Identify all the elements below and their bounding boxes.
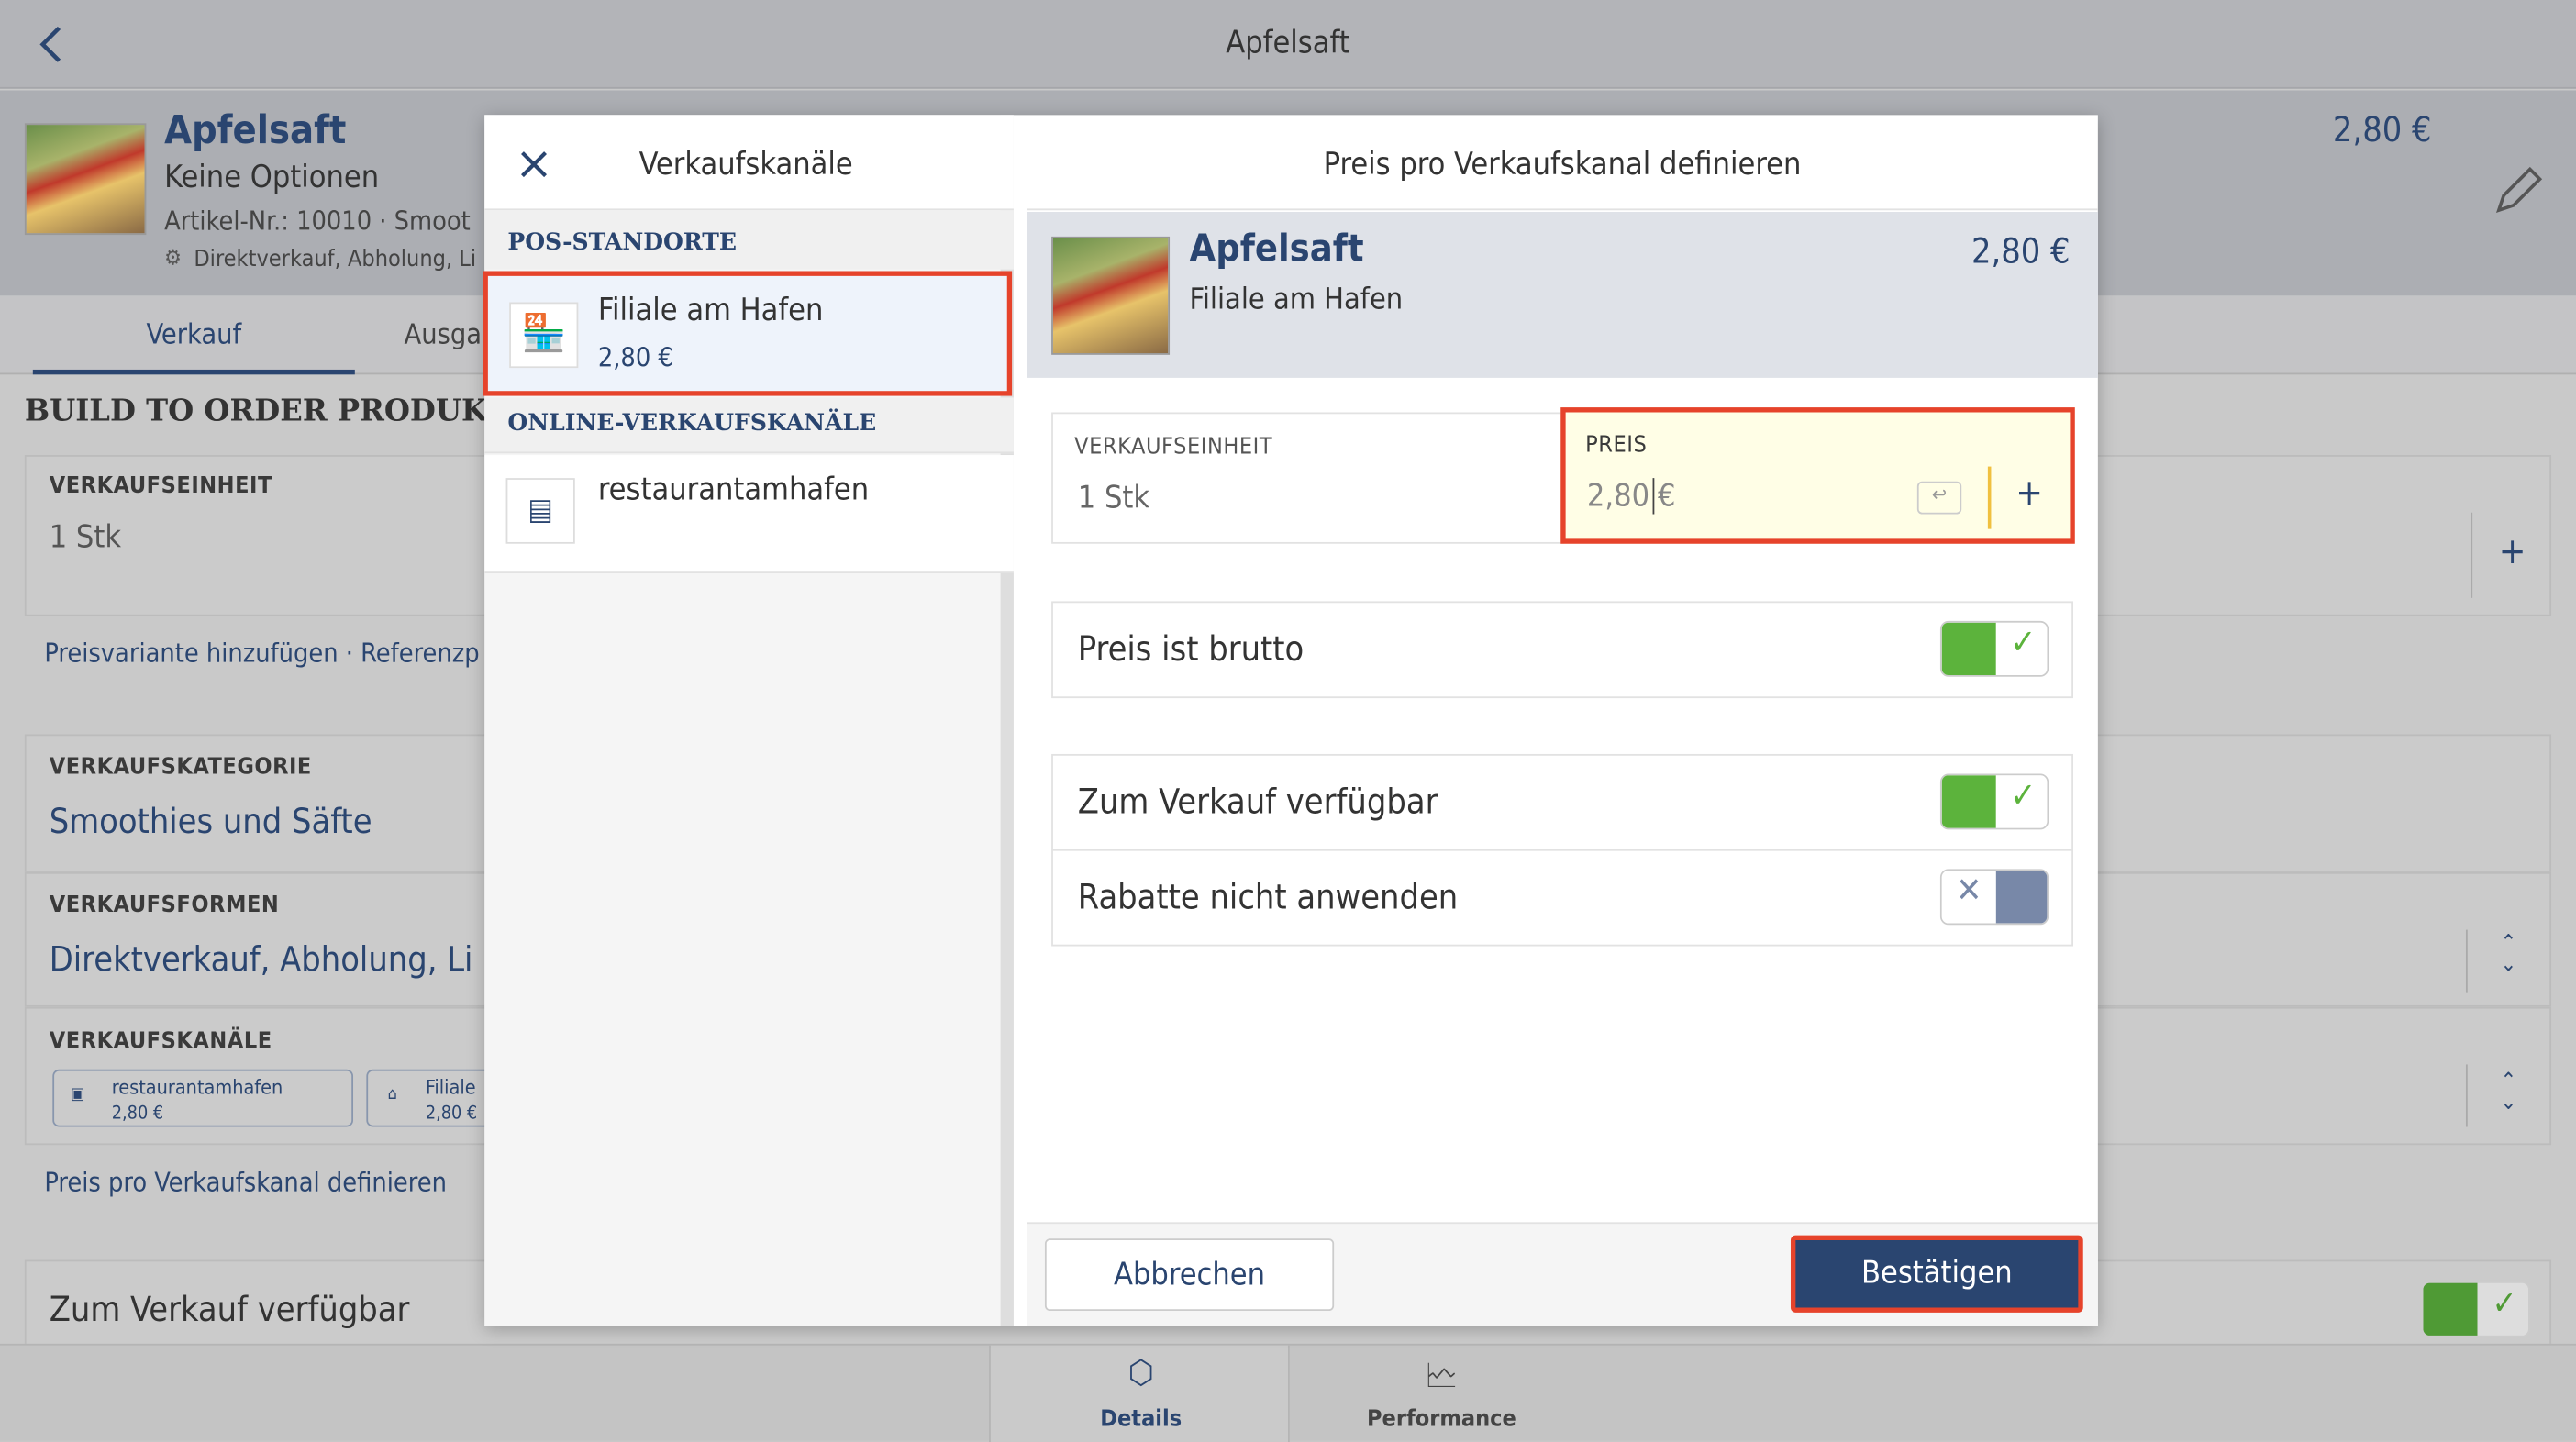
nav-label: Details [1100, 1405, 1183, 1433]
confirm-button[interactable]: Bestätigen [1790, 1235, 2083, 1313]
price-field[interactable]: PREIS 2,80 € ↩ + [1560, 407, 2075, 544]
left-header: Verkaufskanäle [484, 115, 1014, 211]
gear-dollar-icon: ⚙ [164, 246, 182, 272]
store-location-icon: ⌂ [387, 1085, 397, 1104]
channel-chip[interactable]: ▣ restaurantamhafen 2,80 € [52, 1069, 354, 1127]
available-toggle[interactable]: ✓ [2421, 1281, 2530, 1337]
divider [2465, 1064, 2468, 1127]
price-per-channel-dialog: Verkaufskanäle POS-STANDORTE 🏪 Filiale a… [483, 115, 2098, 1326]
check-icon: ✓ [1995, 775, 2048, 828]
price-input[interactable]: 2,80 € [1586, 478, 1676, 515]
add-plus-icon[interactable]: + [2015, 473, 2043, 515]
divider [2471, 512, 2473, 598]
toggle-label: Preis ist brutto [1077, 628, 1305, 669]
right-title: Preis pro Verkaufskanal definieren [1027, 115, 2098, 211]
channel-item-restaurantamhafen[interactable]: ▤ restaurantamhafen [484, 455, 1014, 573]
toggle-label: Zum Verkauf verfügbar [1077, 782, 1438, 822]
tab-verkauf[interactable]: Verkauf [32, 295, 355, 375]
page-title: Apfelsaft [1226, 24, 1350, 61]
product-name: Apfelsaft [164, 106, 347, 153]
return-key-icon[interactable]: ↩ [1916, 481, 1962, 515]
forms-summary: Direktverkauf, Abholung, Li [194, 246, 477, 273]
chart-document-icon: 🗠 [1425, 1355, 1459, 1395]
box-icon: ⬡ [1127, 1351, 1154, 1392]
toggle-row-available: Zum Verkauf verfügbar ✓ [1051, 753, 2073, 851]
product-name: Apfelsaft [1189, 227, 1364, 272]
bottom-nav: ⬡ Details 🗠 Performance [0, 1343, 2576, 1442]
x-icon: ✕ [1941, 871, 1996, 924]
define-price-link[interactable]: Preis pro Verkaufskanal definieren [44, 1166, 447, 1197]
edit-pencil-icon[interactable] [2491, 164, 2547, 220]
toggle-row-brutto: Preis ist brutto ✓ [1051, 601, 2073, 699]
screen: Apfelsaft Apfelsaft Keine Optionen Artik… [0, 0, 2576, 1442]
unit-value[interactable]: 1 Stk [50, 519, 121, 555]
top-bar: Apfelsaft [0, 0, 2576, 89]
check-icon: ✓ [2477, 1282, 2529, 1336]
available-toggle[interactable]: ✓ [1939, 773, 2049, 830]
divider [1987, 466, 1991, 529]
cancel-button[interactable]: Abbrechen [1044, 1238, 1335, 1312]
channel-name: Filiale am Hafen [1189, 283, 1404, 317]
channel-name: Filiale am Hafen [597, 292, 824, 329]
online-header: ONLINE-VERKAUFSKANÄLE [484, 397, 1014, 454]
tab-ausgabe[interactable]: Ausga [405, 295, 483, 374]
close-icon[interactable] [517, 148, 550, 181]
nav-label: Performance [1367, 1405, 1516, 1433]
dialog-footer: Abbrechen Bestätigen [1027, 1222, 2098, 1326]
left-title: Verkaufskanäle [638, 146, 853, 183]
product-options: Keine Optionen [164, 159, 380, 196]
toggle-label: Rabatte nicht anwenden [1077, 877, 1459, 917]
divider [2465, 929, 2468, 993]
shop-cart-icon: ▣ [71, 1085, 85, 1104]
nav-performance[interactable]: 🗠 Performance [1292, 1346, 1593, 1442]
selected-product-card: Apfelsaft Filiale am Hafen 2,80 € [1027, 212, 2098, 378]
product-price: 2,80 € [1971, 231, 2071, 272]
check-icon: ✓ [1995, 622, 2048, 676]
channels-label: VERKAUFSKANÄLE [49, 1028, 272, 1055]
pos-header: POS-STANDORTE [484, 210, 1014, 270]
currency: € [1658, 478, 1676, 515]
unit-label: VERKAUFSEINHEIT [1074, 433, 1273, 460]
chip-name: Filiale [425, 1075, 476, 1100]
expand-chevrons-icon[interactable]: ⌃ ⌄ [2501, 1071, 2517, 1115]
add-plus-icon[interactable]: + [2499, 532, 2526, 573]
nav-details[interactable]: ⬡ Details [989, 1345, 1290, 1442]
article-number: Artikel-Nr.: 10010 · Smoot [164, 205, 471, 237]
channel-list-panel: Verkaufskanäle POS-STANDORTE 🏪 Filiale a… [483, 115, 1014, 1326]
chip-name: restaurantamhafen [111, 1075, 283, 1100]
product-price: 2,80 € [2332, 109, 2432, 150]
product-image [24, 123, 147, 236]
price-label: PREIS [1585, 431, 1648, 459]
expand-chevrons-icon[interactable]: ⌃ ⌄ [2501, 933, 2517, 976]
forms-label: VERKAUFSFORMEN [49, 892, 280, 919]
available-label: Zum Verkauf verfügbar [49, 1289, 410, 1329]
price-value: 2,80 [1586, 478, 1650, 515]
forms-value[interactable]: Direktverkauf, Abholung, Li [50, 939, 473, 979]
channel-item-filiale-am-hafen[interactable]: 🏪 Filiale am Hafen 2,80 € [483, 271, 1013, 396]
brutto-toggle[interactable]: ✓ [1939, 620, 2049, 677]
unit-label: VERKAUFSEINHEIT [49, 472, 272, 500]
store-location-icon: 🏪 [509, 302, 579, 369]
variant-links[interactable]: Preisvariante hinzufügen · Referenzp [44, 638, 479, 669]
toggle-row-discounts: Rabatte nicht anwenden ✕ [1051, 849, 2073, 947]
category-label: VERKAUFSKATEGORIE [49, 753, 312, 781]
product-image [1051, 236, 1171, 355]
section-title: BUILD TO ORDER PRODUKT [24, 394, 510, 429]
webshop-icon: ▤ [505, 478, 575, 544]
discounts-toggle[interactable]: ✕ [1939, 869, 2049, 926]
chip-price: 2,80 € [425, 1102, 478, 1124]
unit-value: 1 Stk [1077, 479, 1150, 516]
category-value[interactable]: Smoothies und Säfte [50, 802, 372, 841]
chip-price: 2,80 € [111, 1102, 164, 1124]
channel-price: 2,80 € [597, 341, 673, 373]
channel-name: restaurantamhafen [597, 471, 870, 508]
unit-field[interactable]: VERKAUFSEINHEIT 1 Stk [1051, 412, 1564, 544]
